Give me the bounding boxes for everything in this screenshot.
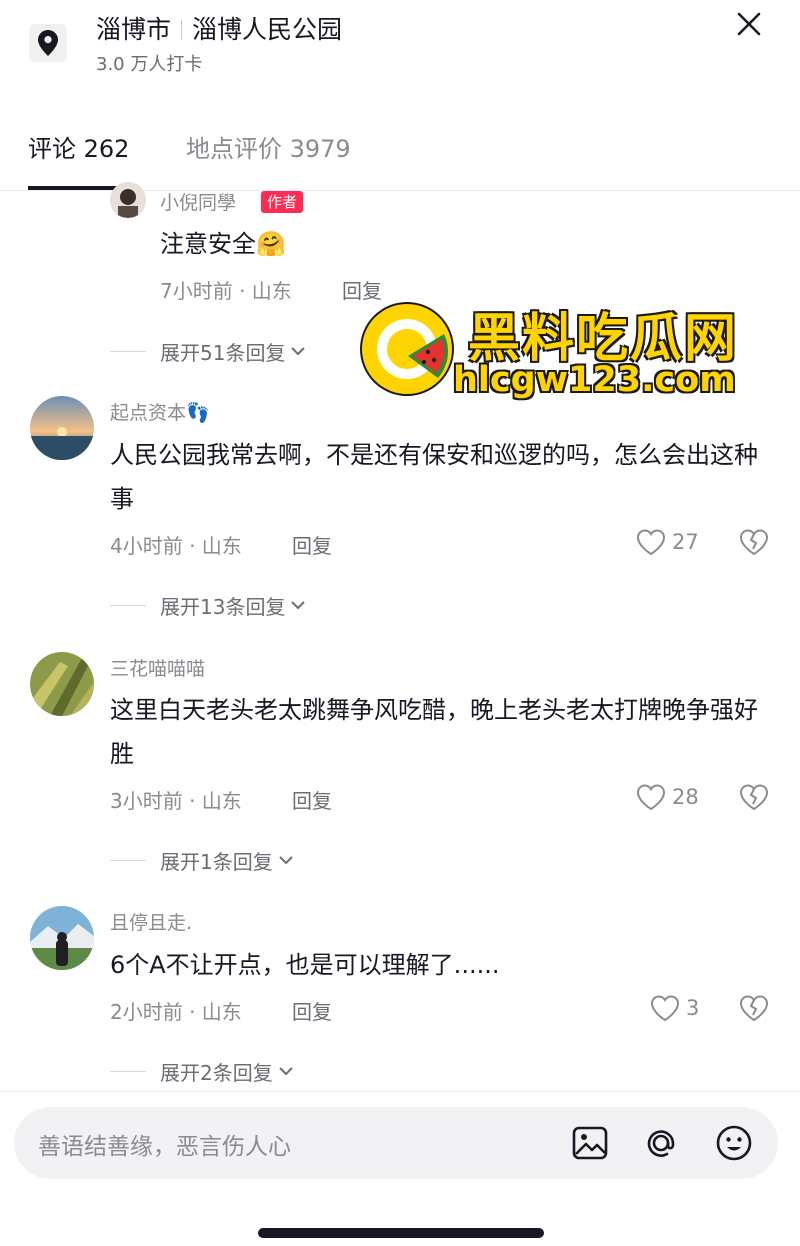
expand-line: [110, 350, 146, 352]
comment-input-placeholder: 善语结善缘，恶言伤人心: [38, 1134, 291, 1160]
avatar[interactable]: [30, 396, 94, 460]
comment-meta: 3小时前 · 山东: [110, 789, 242, 813]
reply-button[interactable]: 回复: [292, 996, 332, 1025]
comment-meta: 2小时前 · 山东: [110, 1000, 242, 1024]
expand-replies[interactable]: 展开51条回复: [110, 336, 307, 366]
comment-meta: 7小时前 · 山东: [160, 279, 292, 303]
broken-heart-icon[interactable]: [739, 994, 769, 1024]
like-count: 28: [672, 785, 699, 809]
close-icon[interactable]: [734, 9, 764, 39]
expand-replies[interactable]: 展开1条回复: [110, 845, 295, 875]
checkin-count: 3.0 万人打卡: [96, 54, 203, 75]
expand-replies[interactable]: 展开2条回复: [110, 1056, 295, 1086]
chevron-down-icon: [291, 347, 306, 356]
like-button[interactable]: 27: [636, 527, 699, 557]
watermark-logo: [358, 300, 456, 398]
like-count: 3: [686, 996, 700, 1020]
comment-username[interactable]: 起点资本👣: [110, 398, 210, 425]
comment-meta: 4小时前 · 山东: [110, 534, 242, 558]
tab-place-ratings[interactable]: 地点评价 3979: [186, 129, 351, 164]
home-indicator: [258, 1228, 544, 1238]
city-name: 淄博市: [96, 15, 172, 44]
title-separator: [181, 20, 183, 40]
place-name: 淄博人民公园: [192, 15, 343, 44]
watermark-url: hlcgw123.com: [453, 360, 736, 400]
like-count: 27: [672, 530, 699, 554]
broken-heart-icon[interactable]: [739, 528, 769, 558]
reply-button[interactable]: 回复: [292, 785, 332, 814]
expand-line: [110, 1070, 146, 1072]
like-button[interactable]: 28: [636, 782, 699, 812]
chevron-down-icon: [279, 856, 293, 865]
location-pin-icon: [29, 24, 67, 62]
expand-line: [110, 859, 146, 861]
comment-text: 这里白天老头老太跳舞争风吃醋，晚上老头老太打牌晚争强好胜: [110, 696, 758, 768]
avatar[interactable]: [110, 182, 146, 218]
bottom-divider: [0, 1091, 800, 1092]
broken-heart-icon[interactable]: [739, 783, 769, 813]
comment-username[interactable]: 三花喵喵喵: [110, 654, 205, 681]
expand-line: [110, 604, 146, 606]
emoji-icon[interactable]: [714, 1123, 754, 1163]
expand-replies-label: 展开13条回复: [160, 594, 286, 619]
expand-replies-label: 展开2条回复: [160, 1060, 273, 1085]
heart-icon: [636, 784, 666, 811]
comment-text: 6个A不让开点，也是可以理解了......: [110, 951, 500, 979]
expand-replies-label: 展开51条回复: [160, 340, 286, 365]
at-icon[interactable]: [641, 1123, 681, 1163]
location-title[interactable]: 淄博市 淄博人民公园: [96, 10, 342, 46]
avatar[interactable]: [30, 906, 94, 970]
comment-username[interactable]: 小倪同學: [160, 188, 236, 215]
expand-replies[interactable]: 展开13条回复: [110, 590, 307, 620]
reply-button[interactable]: 回复: [292, 530, 332, 559]
avatar[interactable]: [30, 652, 94, 716]
tab-comments[interactable]: 评论 262: [28, 129, 129, 164]
author-badge: 作者: [261, 191, 304, 213]
comment-username[interactable]: 且停且走.: [110, 908, 192, 935]
comment-text: 人民公园我常去啊，不是还有保安和巡逻的吗，怎么会出这种事: [110, 441, 758, 513]
heart-icon: [650, 995, 680, 1022]
chevron-down-icon: [291, 601, 306, 610]
image-icon[interactable]: [570, 1123, 610, 1163]
chevron-down-icon: [279, 1067, 293, 1076]
expand-replies-label: 展开1条回复: [160, 849, 273, 874]
like-button[interactable]: 3: [650, 993, 699, 1023]
heart-icon: [636, 529, 666, 556]
comment-text: 注意安全🤗: [160, 230, 286, 258]
